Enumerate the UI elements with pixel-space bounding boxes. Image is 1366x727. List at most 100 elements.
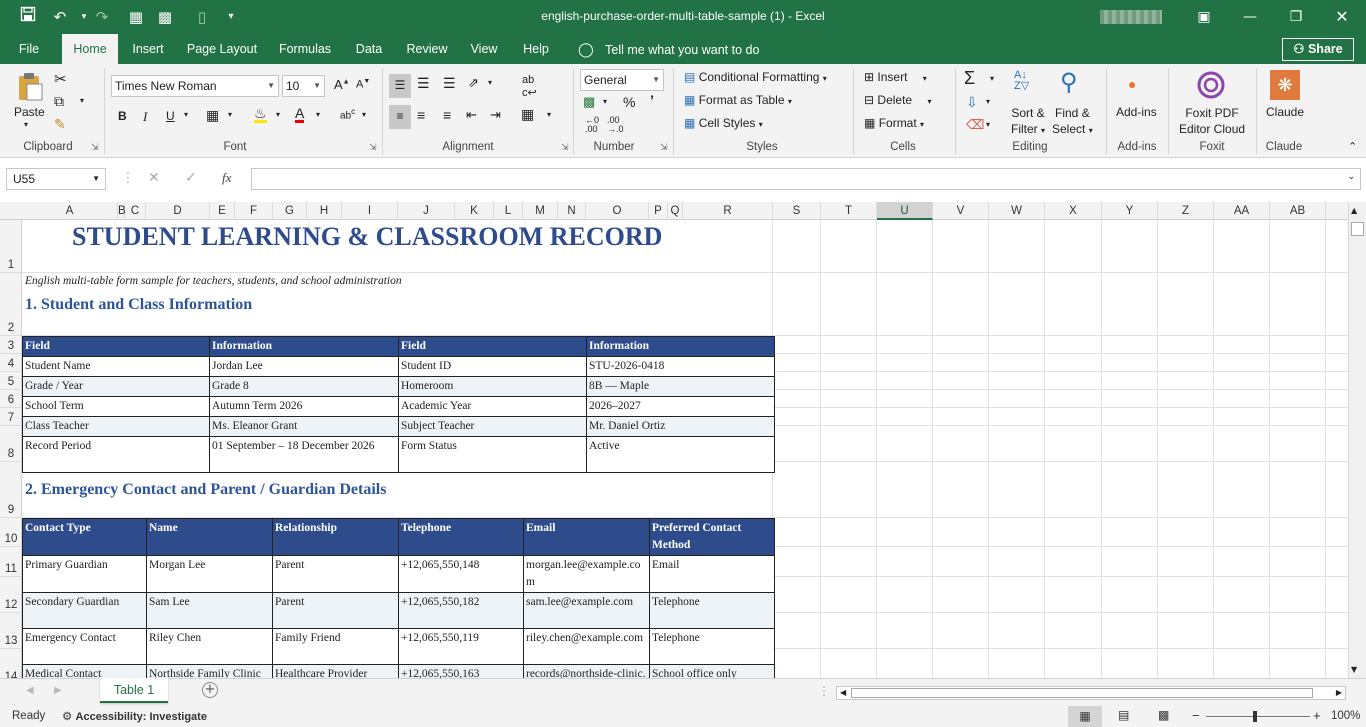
vertical-scroll-thumb[interactable] (1351, 222, 1364, 236)
tab-view[interactable]: View (462, 34, 506, 64)
column-header-k[interactable]: K (455, 202, 494, 220)
increase-indent-icon[interactable]: ⇥ (490, 107, 501, 123)
sheet-tab-table-1[interactable]: Table 1 (100, 678, 168, 703)
orientation-dropdown-icon[interactable]: ▾ (488, 78, 492, 87)
name-box[interactable]: U55 ▼ (6, 168, 106, 190)
row-header-14[interactable]: 14 (0, 649, 22, 678)
phonetic-guide-icon[interactable]: abc (340, 106, 355, 121)
table-cell[interactable]: +12,065,550,182 (398, 592, 524, 629)
accounting-format-icon[interactable]: ▩ (583, 94, 595, 110)
column-header-u[interactable]: U (877, 202, 933, 220)
clear-icon[interactable]: ⌫ (966, 117, 984, 133)
table-cell[interactable]: School Term (22, 396, 210, 417)
page-layout-view-icon[interactable]: ▤ (1118, 708, 1129, 722)
column-header-q[interactable]: Q (668, 202, 683, 220)
column-header-t[interactable]: T (821, 202, 877, 220)
column-header-p[interactable]: P (649, 202, 668, 220)
tab-help[interactable]: Help (514, 34, 558, 64)
align-right-icon[interactable]: ≡ (443, 107, 451, 123)
insert-cells-button[interactable]: ⊞ Insert ▾ (864, 70, 927, 84)
table-cell[interactable]: 01 September – 18 December 2026 (209, 436, 399, 473)
expand-formula-bar-icon[interactable]: ⌄ (1347, 172, 1355, 182)
table-cell[interactable]: Northside Family Clinic (146, 664, 273, 678)
column-header-e[interactable]: E (210, 202, 235, 220)
table-cell[interactable]: Healthcare Provider (272, 664, 399, 678)
table-cell[interactable]: STU-2026-0418 (586, 356, 775, 377)
zoom-in-icon[interactable]: + (1313, 708, 1321, 723)
fill-color-dropdown-icon[interactable]: ▾ (276, 110, 280, 119)
tell-me-search[interactable]: ◯ Tell me what you want to do (578, 34, 759, 64)
fill-icon[interactable]: ⇩ (966, 94, 978, 111)
increase-font-size-icon[interactable]: A▲ (334, 77, 350, 92)
cell-styles-button[interactable]: ▦ Cell Styles ▾ (684, 116, 763, 130)
column-header-m[interactable]: M (523, 202, 558, 220)
clipboard-launcher-icon[interactable]: ⇲ (91, 142, 99, 153)
table-cell[interactable]: Ms. Eleanor Grant (209, 416, 399, 437)
vertical-scrollbar[interactable]: ▲ ▼ (1348, 202, 1366, 678)
column-header-o[interactable]: O (586, 202, 649, 220)
table-cell[interactable]: Riley Chen (146, 628, 273, 665)
column-header-x[interactable]: X (1045, 202, 1102, 220)
table-cell[interactable]: Sam Lee (146, 592, 273, 629)
insert-function-button[interactable]: fx (222, 170, 231, 186)
alignment-launcher-icon[interactable]: ⇲ (561, 142, 569, 153)
table-cell[interactable]: Homeroom (398, 376, 587, 397)
zoom-level[interactable]: 100% (1331, 710, 1360, 722)
horizontal-scrollbar[interactable]: ◀ ▶ (836, 686, 1346, 700)
column-header-s[interactable]: S (773, 202, 821, 220)
merge-center-icon[interactable]: ▦ (521, 106, 534, 123)
add-ins-button[interactable]: Add-ins (1116, 105, 1157, 119)
format-cells-button[interactable]: ▦ Format ▾ (864, 116, 924, 130)
worksheet-grid[interactable]: A B C D E F G H I J K L M N O P Q R S T U V W X Y Z AA AB 123456789… (0, 202, 1348, 678)
table-cell[interactable]: Autumn Term 2026 (209, 396, 399, 417)
scroll-down-icon[interactable]: ▼ (1351, 665, 1357, 674)
format-painter-icon[interactable]: ✎ (54, 116, 66, 133)
row-header-10[interactable]: 10 (0, 518, 22, 547)
table-cell[interactable]: Parent (272, 555, 399, 593)
page-break-view-icon[interactable]: ▩ (1158, 708, 1169, 722)
fill-dropdown-icon[interactable]: ▾ (986, 97, 990, 106)
horizontal-scroll-thumb[interactable] (851, 688, 1313, 698)
column-header-r[interactable]: R (683, 202, 773, 220)
tab-review[interactable]: Review (400, 34, 454, 64)
table-cell[interactable]: School office only (649, 664, 775, 678)
row-header-1[interactable]: 1 (0, 220, 22, 273)
table-cell[interactable]: Grade 8 (209, 376, 399, 397)
table-cell[interactable]: Secondary Guardian (22, 592, 147, 629)
comma-style-button[interactable]: ’ (650, 92, 654, 108)
number-format-combo[interactable]: General ▼ (580, 69, 664, 91)
table-cell[interactable]: Subject Teacher (398, 416, 587, 437)
normal-view-icon[interactable]: ▦ (1068, 706, 1102, 727)
increase-decimal-icon[interactable]: ←0.00 (585, 116, 599, 134)
underline-dropdown-icon[interactable]: ▾ (184, 110, 188, 119)
table-cell[interactable]: Telephone (649, 628, 775, 665)
table-cell[interactable]: sam.lee@example.com (523, 592, 650, 629)
table-cell[interactable]: Form Status (398, 436, 587, 473)
delete-cells-button[interactable]: ⊟ Delete ▾ (864, 93, 931, 107)
number-launcher-icon[interactable]: ⇲ (660, 142, 668, 153)
minimize-icon[interactable]: — (1227, 0, 1273, 34)
percent-style-button[interactable]: % (623, 94, 635, 110)
table-cell[interactable]: Emergency Contact (22, 628, 147, 665)
table-cell[interactable]: Student Name (22, 356, 210, 377)
align-center-icon[interactable]: ≡ (417, 107, 425, 123)
table-cell[interactable]: +12,065,550,163 (398, 664, 524, 678)
column-header-i[interactable]: I (342, 202, 398, 220)
column-header-g[interactable]: G (273, 202, 307, 220)
borders-icon[interactable]: ▦ (206, 107, 219, 124)
table-cell[interactable]: records@northside-clinic.example (523, 664, 650, 678)
table-cell[interactable]: Academic Year (398, 396, 587, 417)
font-color-dropdown-icon[interactable]: ▾ (316, 110, 320, 119)
column-header-h[interactable]: H (307, 202, 342, 220)
format-as-table-button[interactable]: ▦ Format as Table ▾ (684, 93, 792, 107)
cancel-entry-icon[interactable]: ✕ (148, 170, 160, 186)
row-header-6[interactable]: 6 (0, 390, 22, 408)
scroll-up-icon[interactable]: ▲ (1351, 206, 1357, 215)
column-header-b[interactable]: B (118, 202, 126, 220)
copy-icon[interactable]: ⧉ (54, 93, 64, 110)
autosum-icon[interactable]: Σ (964, 68, 975, 89)
find-select-button[interactable]: Find & Select ▾ (1052, 105, 1093, 139)
next-sheet-icon[interactable]: ▶ (54, 685, 62, 696)
decrease-font-size-icon[interactable]: A▼ (356, 78, 370, 91)
row-header-13[interactable]: 13 (0, 613, 22, 649)
